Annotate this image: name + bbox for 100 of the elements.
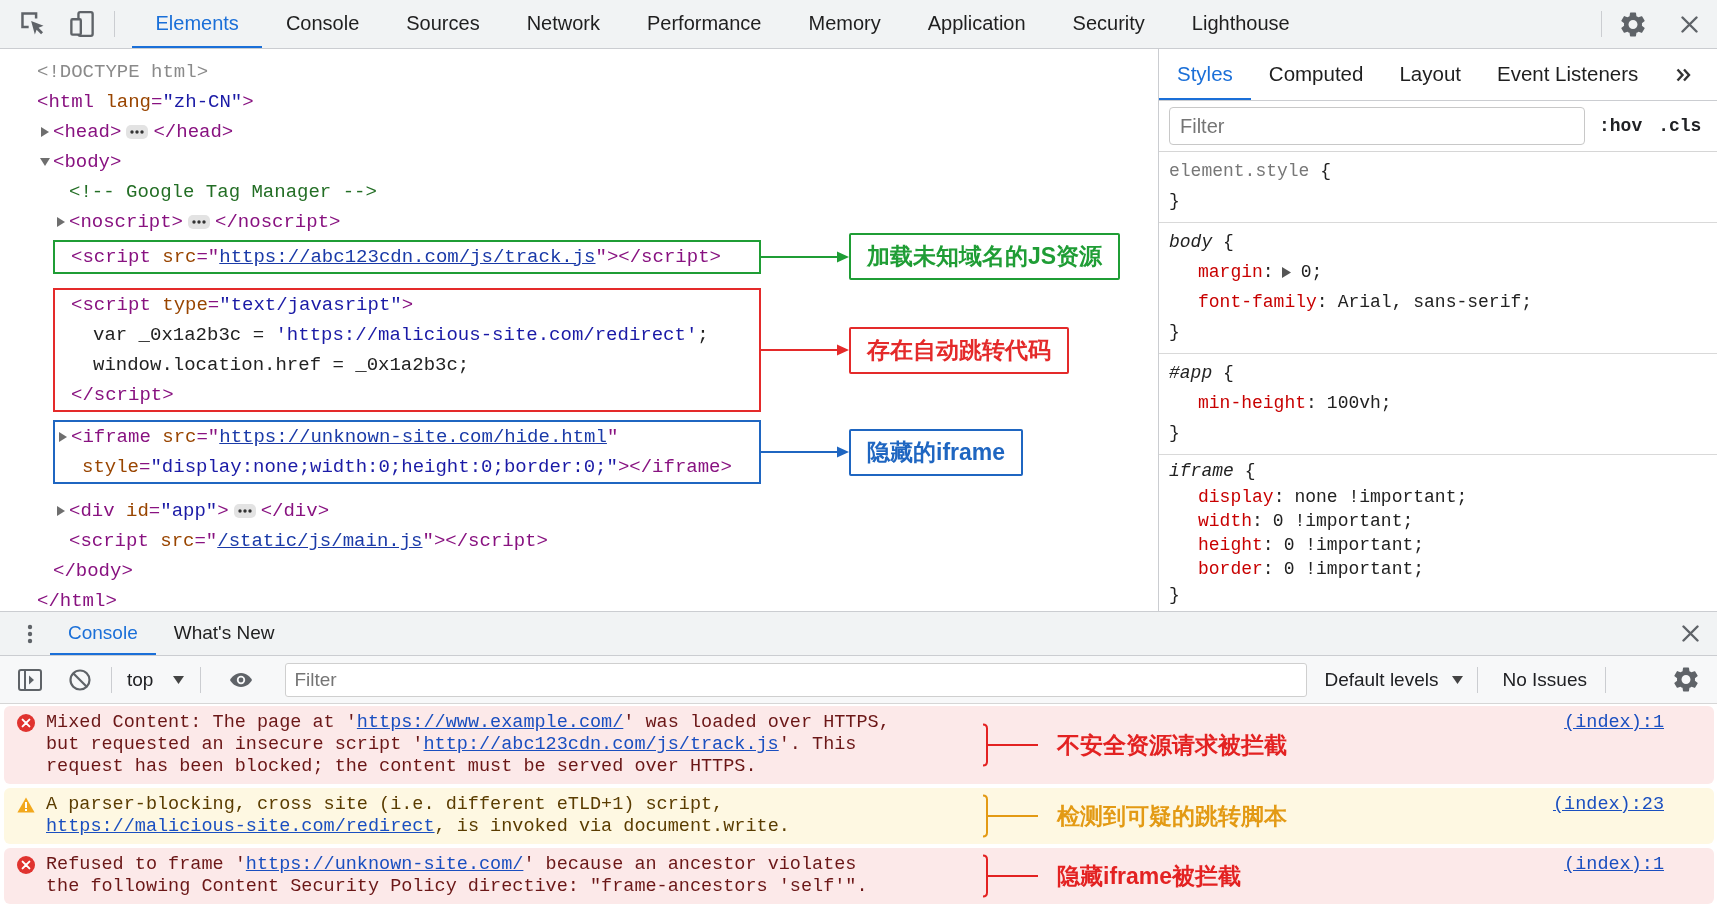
device-icon[interactable] (69, 11, 95, 37)
dom-node[interactable]: <iframe src="https://unknown-site.com/hide.html" style="display:none;width:0;height:0;border:0;"></iframe> (55, 422, 759, 482)
url-link[interactable]: https://abc123cdn.com/js/track.js (219, 241, 596, 272)
css-value[interactable]: Arial, sans-serif; (1337, 292, 1533, 312)
panel-tab[interactable]: Lighthouse (1168, 0, 1314, 48)
settings-icon[interactable] (1674, 667, 1698, 692)
panel-tab[interactable]: Memory (785, 0, 905, 48)
css-property[interactable]: min-height: (1198, 393, 1317, 413)
ellipsis-icon[interactable] (188, 215, 211, 229)
eye-icon[interactable] (229, 671, 254, 688)
css-value[interactable]: none !important; (1294, 487, 1468, 507)
css-property[interactable]: margin: (1198, 262, 1274, 282)
right-triangle-icon[interactable] (57, 217, 65, 227)
closing-brace: } (1169, 321, 1181, 344)
callout-label: 加载未知域名的JS资源 (849, 233, 1121, 280)
css-value[interactable]: 100vh; (1326, 393, 1392, 413)
error-icon (17, 856, 35, 874)
bracket-icon (982, 723, 1038, 767)
filter-input[interactable]: Filter (1169, 107, 1585, 145)
close-icon[interactable] (1681, 15, 1698, 33)
rule-selector: body { (1169, 231, 1235, 254)
sidebar-tab[interactable]: Styles (1159, 49, 1251, 100)
down-triangle-icon[interactable] (40, 158, 50, 166)
style-toggle-button[interactable]: :hov (1599, 116, 1643, 136)
style-toggle-button[interactable]: .cls (1658, 116, 1702, 136)
css-value[interactable]: 0; (1300, 262, 1323, 282)
panel-tab[interactable]: Network (503, 0, 624, 48)
css-property[interactable]: width: (1198, 511, 1263, 531)
log-levels-dropdown[interactable]: Default levels (1324, 668, 1464, 691)
url-link[interactable]: /static/js/main.js (217, 526, 423, 556)
panel-tab[interactable]: Elements (132, 0, 263, 48)
annotation-label: 隐藏iframe被拦截 (1057, 861, 1242, 891)
source-link[interactable]: (index):23 (1552, 794, 1664, 816)
caret-icon (1452, 675, 1464, 684)
dom-node[interactable]: <body> (37, 147, 1158, 177)
dom-node[interactable]: </script> (55, 380, 759, 410)
panel-tab[interactable]: Console (262, 0, 383, 48)
dom-node[interactable]: <!-- Google Tag Manager --> (53, 177, 1158, 207)
ellipsis-icon[interactable] (126, 125, 149, 139)
script-code-line: window.location.href = _0x1a2b3c; (92, 353, 471, 378)
context-dropdown[interactable]: top (127, 668, 185, 691)
script-code-line: var _0x1a2b3c = 'https://malicious-site.com/redirect'; (92, 323, 710, 348)
message-text: Mixed Content: The page at 'https://www.example.com/' was loaded over HTTPS, but requested an insecure script 'http://abc123cdn.com/js/track.js'. This request has been blocked; the content must be served over HTTPS. (46, 712, 891, 778)
message-text: A parser-blocking, cross site (i.e. different eTLD+1) script, https://malicious-site.com/redirect, is invoked via document.write. (46, 794, 791, 838)
close-icon[interactable] (1682, 625, 1699, 642)
circle-slash-icon[interactable] (69, 668, 91, 691)
rule-selector: iframe { (1169, 460, 1257, 483)
right-triangle-icon[interactable] (41, 127, 49, 137)
panel-tab[interactable]: Security (1049, 0, 1169, 48)
dom-node[interactable]: <script type="text/javasript"> (55, 290, 759, 320)
css-value[interactable]: 0 !important; (1272, 511, 1414, 531)
settings-icon[interactable] (1621, 11, 1645, 37)
url-link[interactable]: https://unknown-site.com/ (245, 854, 524, 875)
sidebar-tab[interactable]: Layout (1381, 49, 1479, 100)
css-value[interactable]: 0 !important; (1283, 559, 1425, 579)
dom-node[interactable]: </body> (37, 556, 1158, 586)
css-property[interactable]: height: (1198, 535, 1274, 555)
bracket-icon (982, 854, 1038, 898)
closing-brace: } (1169, 190, 1181, 213)
css-property[interactable]: font-family: (1198, 292, 1328, 312)
css-property[interactable]: border: (1198, 559, 1274, 579)
source-link[interactable]: (index):1 (1564, 854, 1664, 876)
error-icon (17, 714, 35, 732)
css-value[interactable]: 0 !important; (1283, 535, 1425, 555)
right-triangle-icon[interactable] (57, 506, 65, 516)
dom-node[interactable]: <div id="app"> </div> (53, 496, 1158, 526)
right-triangle-icon[interactable] (59, 432, 67, 442)
url-link[interactable]: https://www.example.com/ (356, 712, 624, 733)
panel-tab[interactable]: Performance (623, 0, 785, 48)
sidebar-toggle-icon[interactable] (18, 668, 42, 691)
dom-node[interactable]: <script src="https://abc123cdn.com/js/track.js"></script> (55, 241, 759, 272)
url-link[interactable]: https://malicious-site.com/redirect (46, 816, 435, 837)
url-link[interactable]: http://abc123cdn.com/js/track.js (423, 734, 779, 755)
rule-selector: element.style { (1169, 160, 1333, 183)
annotation-label: 检测到可疑的跳转脚本 (1057, 801, 1287, 831)
dom-node[interactable]: <html lang="zh-CN"> (21, 87, 1158, 117)
panel-tab[interactable]: Sources (382, 0, 504, 48)
double-chevron-icon[interactable] (1676, 67, 1691, 82)
message-text: Refused to frame 'https://unknown-site.com/' because an ancestor violates the following Content Security Policy directive: "frame-ancestors 'self'". (46, 854, 869, 898)
warning-icon (17, 796, 35, 814)
sidebar-tab[interactable]: Computed (1250, 49, 1382, 100)
filter-input[interactable]: Filter (285, 662, 1308, 697)
caret-icon (173, 675, 185, 684)
ellipsis-icon[interactable] (233, 504, 256, 518)
url-link[interactable]: https://unknown-site.com/hide.html (219, 422, 607, 452)
closing-brace: } (1169, 422, 1181, 445)
dom-node[interactable]: <head> </head> (37, 117, 1158, 147)
inspect-icon[interactable] (20, 11, 46, 37)
callout-label: 隐藏的iframe (849, 428, 1024, 476)
right-triangle-icon[interactable] (1281, 266, 1291, 278)
panel-tab[interactable]: Application (904, 0, 1050, 48)
dom-node[interactable]: <script src="/static/js/main.js"></script> (53, 526, 1158, 556)
css-property[interactable]: display: (1198, 487, 1285, 507)
annotation-label: 不安全资源请求被拦截 (1057, 730, 1287, 760)
rule-selector: #app { (1169, 362, 1235, 385)
closing-brace: } (1169, 584, 1181, 607)
more-icon[interactable] (27, 623, 33, 644)
issues-button[interactable]: No Issues (1502, 668, 1587, 691)
source-link[interactable]: (index):1 (1564, 712, 1664, 734)
sidebar-tab[interactable]: Event Listeners (1479, 49, 1657, 100)
